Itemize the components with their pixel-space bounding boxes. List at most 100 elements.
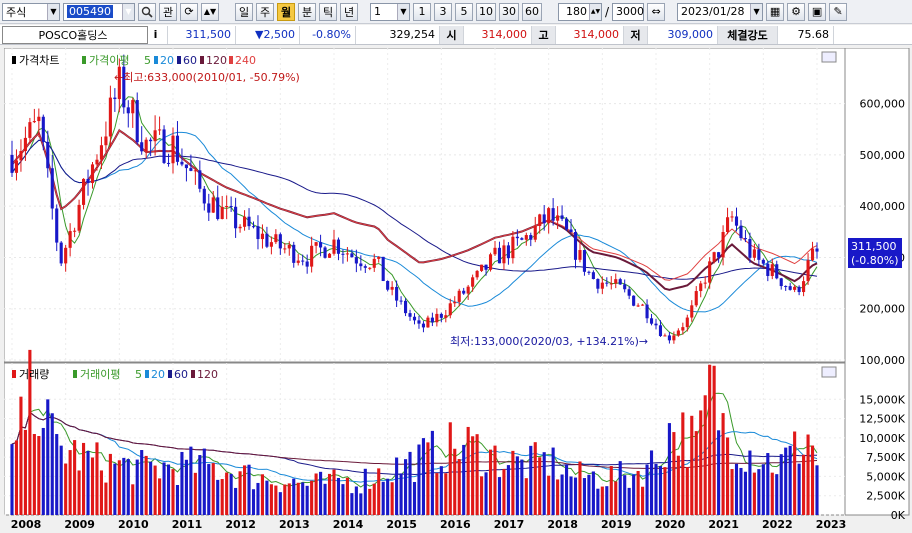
interval-60-button[interactable]: 60 (522, 2, 542, 21)
volume-bar (336, 477, 341, 515)
candle-body (345, 253, 349, 255)
volume-bar (256, 482, 260, 515)
volume-bar (86, 450, 90, 515)
tools-icon[interactable]: ✎ (829, 2, 848, 21)
volume-bar (319, 471, 323, 515)
volume-bar (667, 423, 671, 515)
candle-body (287, 244, 291, 249)
volume-bar (636, 471, 640, 515)
volume-bar (618, 461, 622, 515)
view-count-input[interactable]: 180 ▲▼ (558, 2, 602, 21)
interval-3-button[interactable]: 3 (434, 2, 452, 21)
candle-body (260, 233, 265, 240)
price-panel[interactable] (4, 48, 846, 363)
period-year-button[interactable]: 년 (340, 2, 358, 21)
price-y-label: 200,000 (860, 303, 906, 316)
period-week-button[interactable]: 주 (256, 2, 274, 21)
volume-bar (439, 466, 443, 515)
volume-bar (171, 469, 175, 515)
interval-10-button[interactable]: 10 (476, 2, 496, 21)
candle-body (636, 305, 640, 307)
market-select[interactable]: 주식 ▼ (2, 2, 60, 21)
candle-body (515, 236, 519, 239)
volume-bar (251, 489, 256, 515)
volume-bar (484, 472, 488, 515)
volume-bar (502, 469, 506, 515)
candle-body (524, 235, 528, 240)
interval-30-button[interactable]: 30 (499, 2, 519, 21)
volume-bar (591, 471, 595, 515)
price-y-label: 400,000 (860, 200, 906, 213)
volume-bar (810, 445, 815, 515)
candle-body (359, 263, 363, 267)
candle-body (587, 271, 591, 273)
volume-bar (658, 466, 663, 515)
candle-body (435, 313, 439, 323)
panel-close-icon[interactable] (821, 51, 837, 63)
candle-body (225, 205, 229, 207)
candle-body (372, 258, 376, 268)
candle-body (301, 260, 305, 262)
volume-bar (582, 478, 587, 515)
candle-body (269, 242, 273, 247)
volume-bar (466, 426, 470, 515)
chevron-down-icon[interactable]: ▼ (750, 3, 763, 20)
count-separator: / (605, 4, 610, 19)
period-day-button[interactable]: 일 (235, 2, 253, 21)
legend-marker (191, 370, 195, 378)
volume-ma120-legend: 120 (197, 368, 218, 381)
volume-value: 329,254 (356, 25, 440, 44)
chevron-down-icon[interactable]: ▼ (122, 3, 134, 20)
volume-bar (788, 445, 792, 515)
stock-chart[interactable]: 600,000500,000400,000300,000200,000100,0… (4, 48, 910, 532)
volume-bar (175, 485, 180, 515)
volume-bar (497, 477, 502, 515)
gear-icon[interactable]: ⚙ (787, 2, 806, 21)
candle-body (600, 282, 604, 289)
chevron-down-icon[interactable]: ▼ (397, 3, 409, 20)
search-icon[interactable] (138, 2, 156, 21)
total-count-input[interactable]: 3000 (612, 2, 645, 21)
period-month-button[interactable]: 월 (277, 2, 295, 21)
volume-bar (162, 462, 166, 515)
date-select[interactable]: 2023/01/28 ▼ (677, 2, 764, 21)
candle-body (645, 304, 649, 319)
volume-bar (90, 457, 95, 515)
candle-body (564, 218, 569, 230)
candle-body (712, 252, 716, 262)
volume-bar (600, 486, 604, 515)
refresh-icon[interactable]: ⟳ (180, 2, 198, 21)
interval-5-button[interactable]: 5 (455, 2, 473, 21)
spinner-icon[interactable]: ▲▼ (589, 3, 601, 20)
candle-body (502, 245, 506, 264)
info-bar: POSCO홀딩스 i 311,500 ▼2,500 -0.80% 329,254… (0, 25, 912, 45)
x-axis-label: 2010 (118, 518, 149, 531)
chart-kind-button[interactable]: 관 (159, 2, 177, 21)
candle-body (368, 267, 372, 269)
volume-bar (166, 464, 171, 515)
grid-settings-icon[interactable]: ▦ (766, 2, 785, 21)
candle-body (390, 286, 394, 290)
max-annotation: ←최고:633,000(2010/01, -50.79%) (114, 71, 300, 84)
spinner-icon[interactable]: ▲▼ (201, 2, 219, 21)
info-button[interactable]: i (148, 25, 168, 44)
price-ma60-legend: 60 (183, 54, 197, 67)
interval-1-button[interactable]: 1 (413, 2, 431, 21)
save-icon[interactable]: ▣ (808, 2, 827, 21)
candle-body (180, 161, 184, 165)
stock-code-input[interactable]: 005490 ▼ (63, 2, 135, 21)
stock-name[interactable]: POSCO홀딩스 (2, 25, 148, 44)
volume-bar (341, 484, 345, 515)
expand-icon[interactable]: ⇔ (647, 2, 666, 21)
candle-body (166, 162, 171, 164)
period-minute-button[interactable]: 분 (298, 2, 316, 21)
chevron-down-icon[interactable]: ▼ (47, 3, 59, 20)
volume-bar (135, 459, 139, 515)
interval-select[interactable]: 1 ▼ (370, 2, 410, 21)
volume-bar (806, 434, 810, 515)
volume-bar (421, 438, 426, 515)
period-tick-button[interactable]: 틱 (319, 2, 337, 21)
candle-body (520, 238, 524, 240)
candle-body (430, 317, 434, 323)
panel-close-icon[interactable] (821, 366, 837, 378)
